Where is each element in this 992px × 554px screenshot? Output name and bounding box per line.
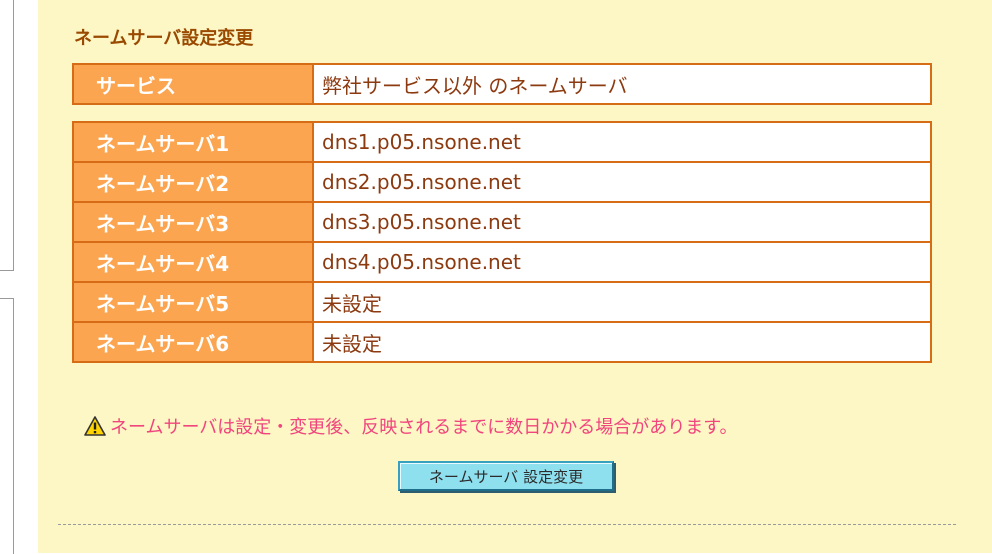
nameserver-settings-panel: ネームサーバ設定変更 サービス 弊社サービス以外 のネームサーバ ネームサーバ1… [38,0,992,553]
nameserver-label-4: ネームサーバ4 [72,241,314,283]
notice-text: ネームサーバは設定・変更後、反映されるまでに数日かかる場合があります。 [110,417,738,438]
nameserver-row-5: ネームサーバ5 未設定 [72,281,932,323]
service-label: サービス [72,63,314,105]
nameserver-value-2: dns2.p05.nsone.net [312,161,932,203]
left-frame-bottom [0,298,14,554]
left-frame-top [0,0,14,271]
change-nameserver-button[interactable]: ネームサーバ 設定変更 [398,461,614,491]
nameserver-value-6: 未設定 [312,321,932,363]
nameserver-row-2: ネームサーバ2 dns2.p05.nsone.net [72,161,932,203]
service-table: サービス 弊社サービス以外 のネームサーバ [72,63,932,105]
nameserver-label-3: ネームサーバ3 [72,201,314,243]
nameserver-value-4: dns4.p05.nsone.net [312,241,932,283]
nameserver-value-1: dns1.p05.nsone.net [312,121,932,163]
nameserver-value-3: dns3.p05.nsone.net [312,201,932,243]
service-row: サービス 弊社サービス以外 のネームサーバ [72,63,932,105]
nameserver-value-5: 未設定 [312,281,932,323]
nameserver-label-1: ネームサーバ1 [72,121,314,163]
section-title: ネームサーバ設定変更 [74,28,254,49]
nameserver-row-1: ネームサーバ1 dns1.p05.nsone.net [72,121,932,163]
dashed-divider [58,524,956,525]
nameserver-row-6: ネームサーバ6 未設定 [72,321,932,363]
propagation-notice: ネームサーバは設定・変更後、反映されるまでに数日かかる場合があります。 [84,413,737,439]
nameserver-row-3: ネームサーバ3 dns3.p05.nsone.net [72,201,932,243]
nameserver-table: ネームサーバ1 dns1.p05.nsone.net ネームサーバ2 dns2.… [72,121,932,363]
nameserver-label-2: ネームサーバ2 [72,161,314,203]
nameserver-label-5: ネームサーバ5 [72,281,314,323]
nameserver-row-4: ネームサーバ4 dns4.p05.nsone.net [72,241,932,283]
warning-icon [84,416,106,436]
nameserver-label-6: ネームサーバ6 [72,321,314,363]
service-value: 弊社サービス以外 のネームサーバ [312,63,932,105]
